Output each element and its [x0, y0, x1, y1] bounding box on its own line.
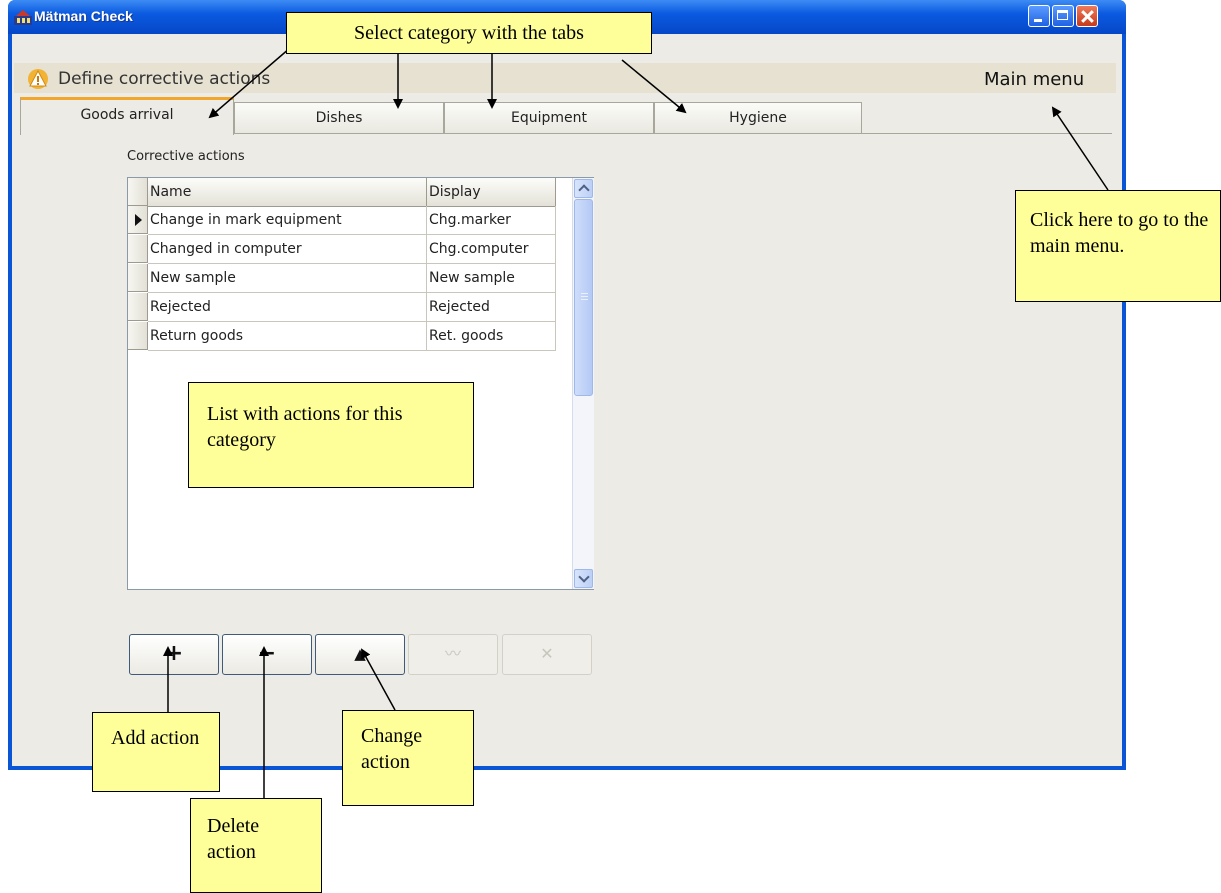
chevron-up-icon: [578, 184, 590, 196]
row-name[interactable]: Changed in computer: [148, 235, 427, 264]
close-button[interactable]: [1076, 5, 1098, 27]
grip-line: [581, 296, 588, 297]
row-name[interactable]: Return goods: [148, 322, 427, 351]
delete-note-callout: Delete action: [190, 798, 322, 893]
current-row-icon: [135, 214, 142, 226]
tab-equipment[interactable]: Equipment: [444, 102, 654, 133]
table-row[interactable]: Rejected Rejected: [128, 293, 556, 322]
row-name[interactable]: Change in mark equipment: [148, 206, 427, 235]
row-indicator[interactable]: [128, 206, 148, 234]
grip-line: [581, 293, 588, 294]
table-row[interactable]: Return goods Ret. goods: [128, 322, 556, 351]
vertical-scrollbar[interactable]: [572, 178, 594, 589]
grid-header: Name Display: [128, 178, 556, 207]
table-row[interactable]: Changed in computer Chg.computer: [128, 235, 556, 264]
tabs-note-callout: Select category with the tabs: [286, 12, 652, 54]
scroll-thumb[interactable]: [574, 199, 593, 396]
header-corner: [128, 178, 148, 206]
row-name[interactable]: Rejected: [148, 293, 427, 322]
tab-goods-arrival[interactable]: Goods arrival: [20, 97, 234, 135]
table-row[interactable]: Change in mark equipment Chg.marker: [128, 206, 556, 235]
scroll-down-button[interactable]: [574, 569, 593, 588]
page-title: Define corrective actions: [58, 69, 271, 89]
client-area: Define corrective actions Main menu Good…: [12, 34, 1122, 766]
tab-dishes[interactable]: Dishes: [234, 102, 444, 133]
row-display[interactable]: Chg.computer: [427, 235, 556, 264]
main-menu-link[interactable]: Main menu: [984, 69, 1084, 90]
row-name[interactable]: New sample: [148, 264, 427, 293]
tab-hygiene[interactable]: Hygiene: [654, 102, 862, 133]
row-display[interactable]: Rejected: [427, 293, 556, 322]
table-row[interactable]: New sample New sample: [128, 264, 556, 293]
grip-line: [581, 299, 588, 300]
row-display[interactable]: Chg.marker: [427, 206, 556, 235]
section-label: Corrective actions: [127, 149, 245, 164]
change-action-button[interactable]: ▲: [315, 634, 405, 675]
row-display[interactable]: Ret. goods: [427, 322, 556, 351]
row-indicator[interactable]: [128, 264, 148, 292]
row-indicator[interactable]: [128, 293, 148, 321]
disabled-button-2[interactable]: ✕: [502, 634, 592, 675]
delete-action-button[interactable]: −: [222, 634, 312, 675]
chevron-down-icon: [578, 571, 590, 583]
disabled-button-1[interactable]: 〰: [408, 634, 498, 675]
warning-icon: [28, 69, 48, 89]
list-note-callout: List with actions for this category: [188, 382, 474, 488]
app-logo-icon: [14, 10, 32, 25]
row-display[interactable]: New sample: [427, 264, 556, 293]
row-indicator[interactable]: [128, 322, 148, 350]
row-indicator[interactable]: [128, 235, 148, 263]
add-action-button[interactable]: +: [129, 634, 219, 675]
window-title: Mätman Check: [34, 8, 133, 24]
scroll-up-button[interactable]: [574, 179, 593, 198]
main-menu-note-callout: Click here to go to the main menu.: [1015, 190, 1221, 302]
column-header-display[interactable]: Display: [427, 178, 556, 206]
maximize-button[interactable]: [1052, 5, 1074, 27]
add-note-callout: Add action: [92, 712, 220, 792]
page-header: Define corrective actions Main menu: [14, 63, 1116, 93]
column-header-name[interactable]: Name: [148, 178, 427, 206]
app-window: Mätman Check Define corrective actions M…: [8, 0, 1126, 770]
change-note-callout: Change action: [342, 710, 474, 806]
minimize-button[interactable]: [1028, 5, 1050, 27]
